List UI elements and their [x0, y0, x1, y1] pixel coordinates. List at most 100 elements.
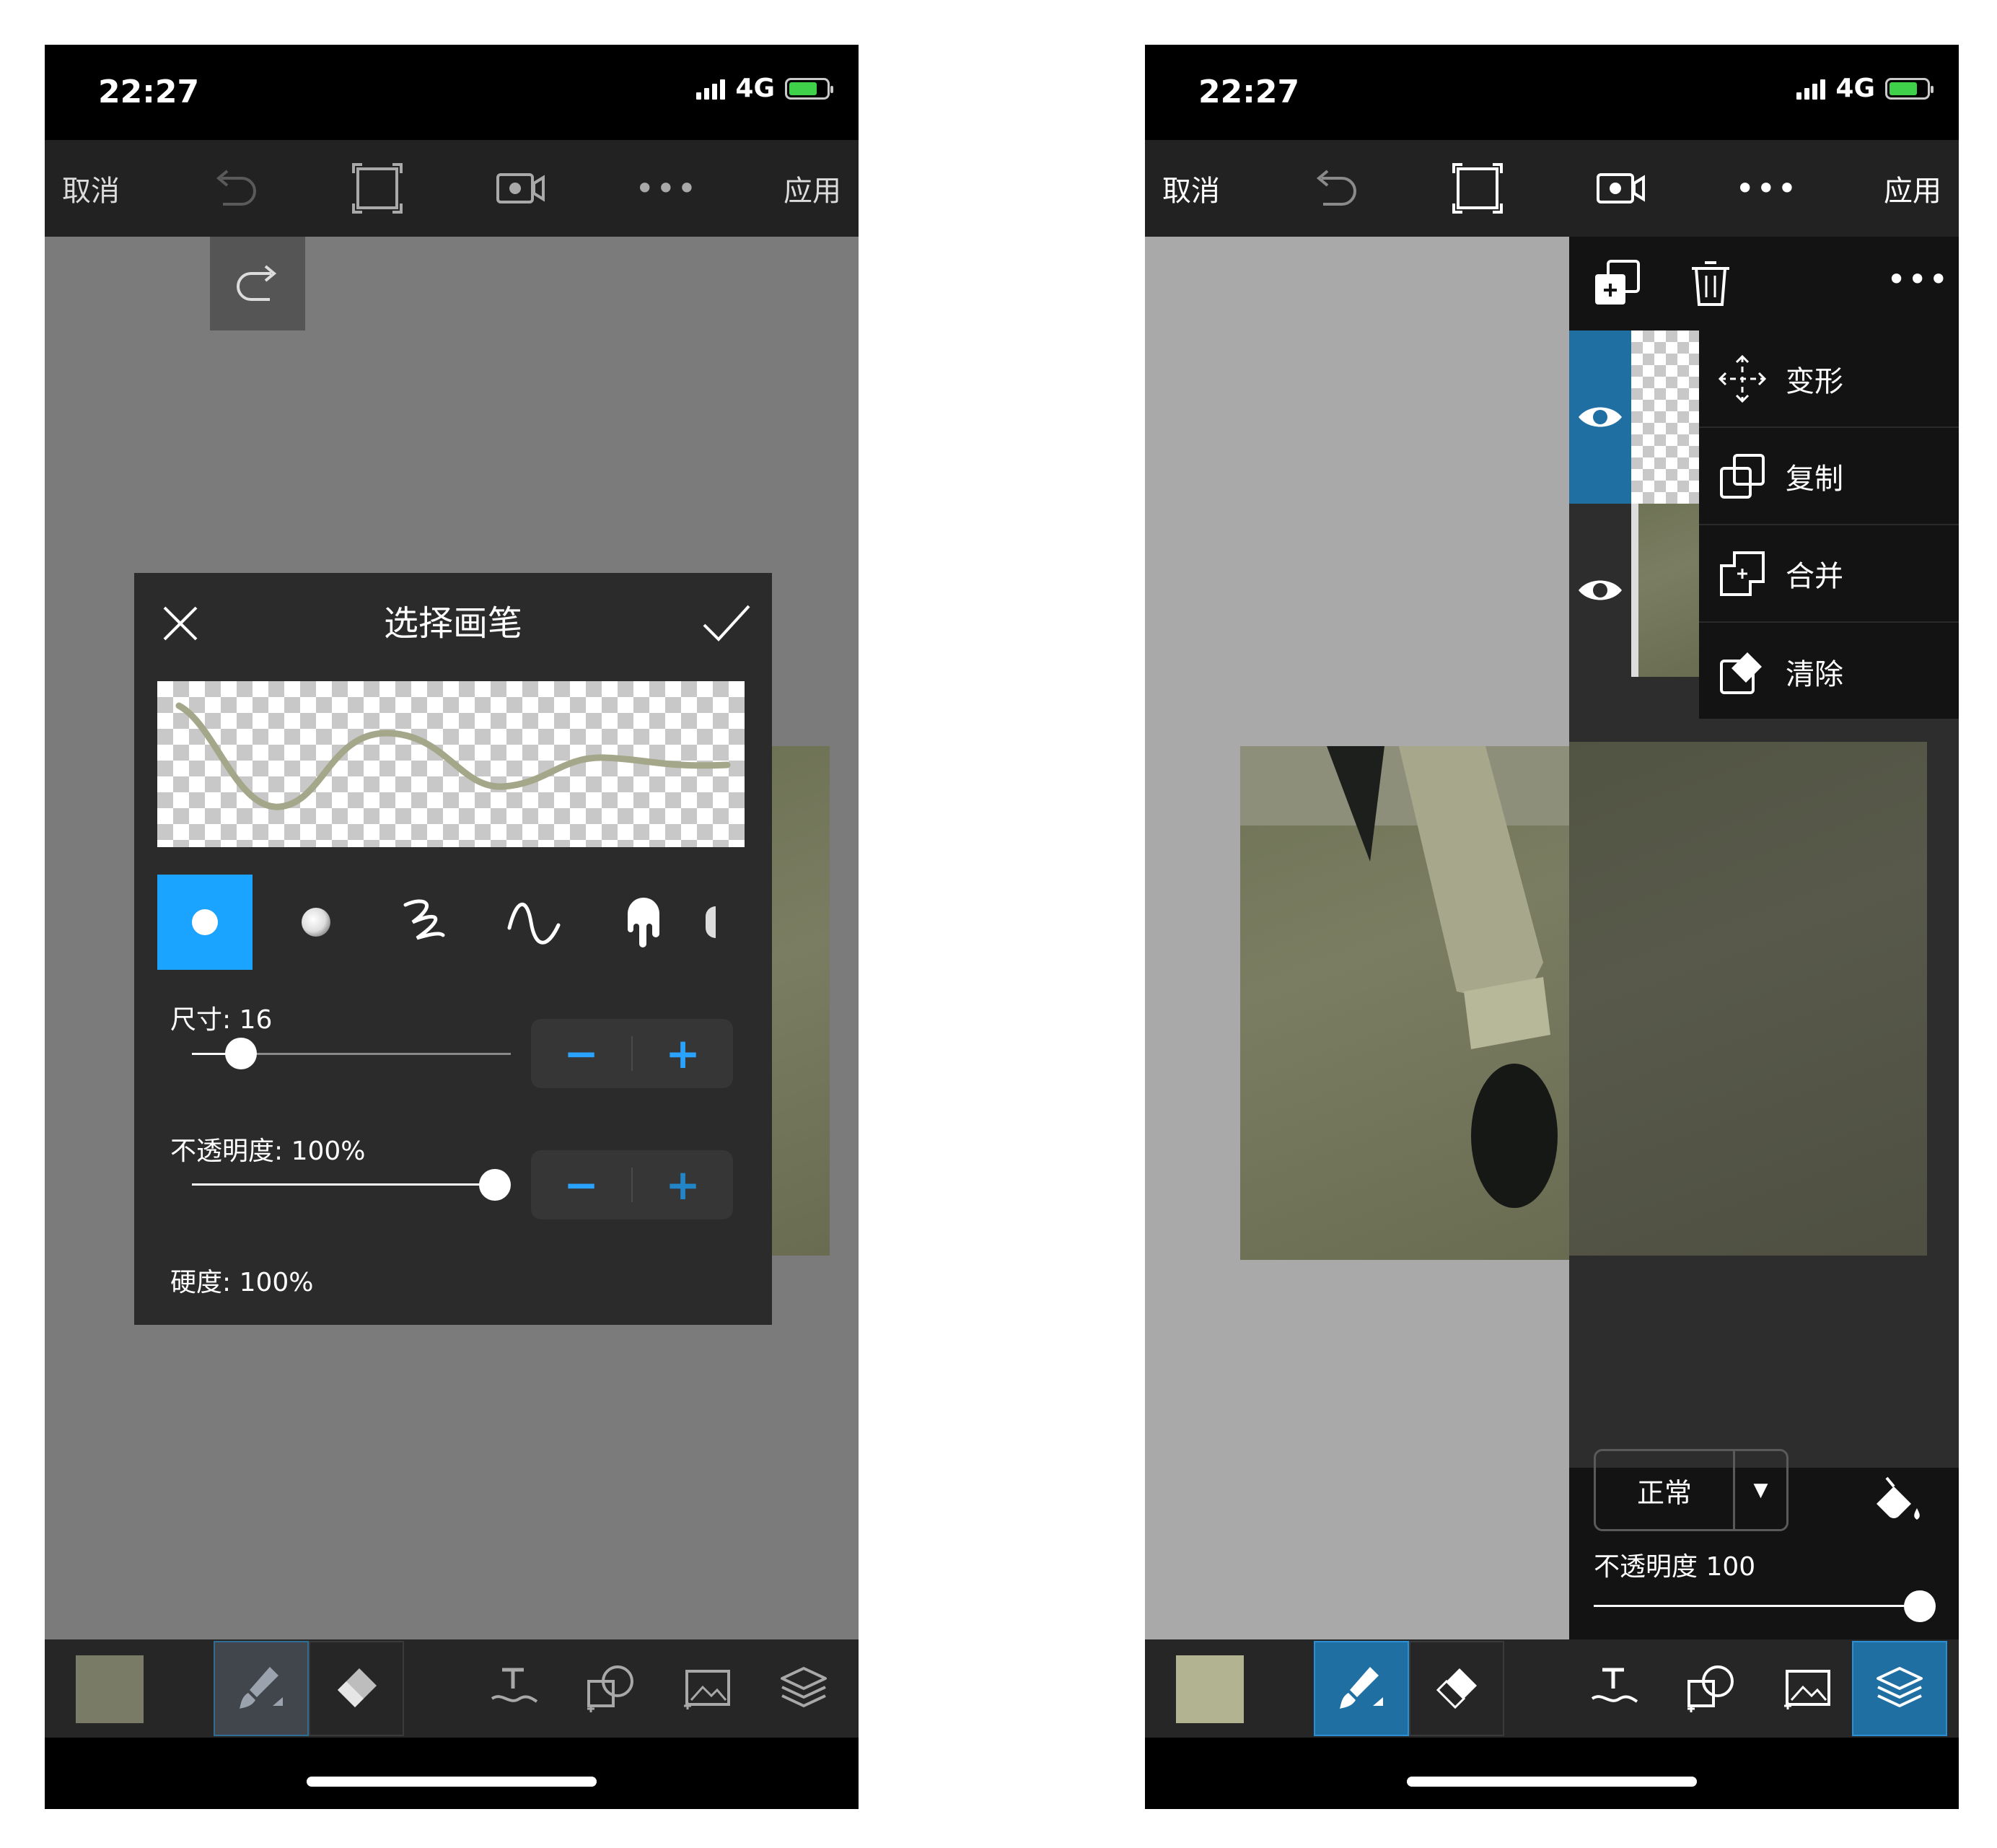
opacity-stepper: − + [531, 1150, 733, 1219]
brush-picker-dialog: 选择画笔 尺寸: 16 − + 不透明度: 100% − + 硬度: 100% [134, 573, 772, 1325]
delete-layer-icon[interactable] [1689, 260, 1732, 307]
image-insert-icon[interactable] [1774, 1655, 1840, 1722]
size-stepper: − + [531, 1019, 733, 1088]
menu-item-label: 合并 [1786, 559, 1843, 593]
eraser-tool-button[interactable] [309, 1641, 404, 1736]
brush-type-list [157, 875, 745, 970]
network-label: 4G [1835, 74, 1875, 103]
status-time: 22:27 [98, 74, 200, 110]
menu-item-label: 清除 [1786, 657, 1843, 691]
eye-icon [1579, 580, 1622, 600]
move-arrows-icon [1718, 354, 1767, 403]
stroke-preview [157, 681, 745, 847]
blend-mode-value: 正常 [1636, 1476, 1692, 1509]
brush-tool-button[interactable] [214, 1641, 309, 1736]
brush-calligraphy[interactable] [486, 875, 581, 970]
undo-icon[interactable] [1306, 159, 1364, 217]
opacity-minus-button[interactable]: − [531, 1160, 631, 1209]
size-label: 尺寸: 16 [170, 1005, 273, 1035]
confirm-check-icon[interactable] [701, 602, 752, 645]
crop-frame-icon[interactable] [1449, 159, 1506, 217]
cancel-button[interactable]: 取消 [1162, 167, 1220, 209]
undo-icon[interactable] [206, 159, 263, 217]
soft-round-brush-icon [302, 908, 330, 937]
image-insert-icon[interactable] [674, 1655, 740, 1722]
menu-item-clear[interactable]: 清除 [1699, 623, 1959, 720]
layer-2-thumbnail[interactable] [1631, 504, 1700, 677]
opacity-slider-knob[interactable] [479, 1169, 511, 1201]
dialog-title: 选择画笔 [383, 603, 522, 644]
brush-soft-round[interactable] [268, 875, 364, 970]
eraser-icon [1436, 1668, 1477, 1709]
shape-sticker-icon[interactable] [1677, 1655, 1744, 1722]
phone-screen-layers: 22:27 4G 取消 ••• 应用 ••• 变形 复制 合并 清除 正常 ▼ … [1145, 45, 1959, 1809]
network-label: 4G [735, 74, 775, 103]
more-options-button[interactable]: ••• [635, 172, 698, 205]
blend-mode-select[interactable]: 正常 ▼ [1594, 1449, 1788, 1531]
hardness-label: 硬度: 100% [170, 1268, 314, 1297]
size-plus-button[interactable]: + [633, 1029, 733, 1078]
brush-icon [240, 1667, 283, 1709]
opacity-label: 不透明度: 100% [170, 1137, 366, 1166]
text-tool-icon[interactable] [1581, 1655, 1647, 1722]
record-video-icon[interactable] [1592, 159, 1650, 217]
home-indicator [307, 1777, 597, 1787]
eraser-clear-icon [1720, 652, 1762, 694]
brush-neon-scribble[interactable] [377, 875, 472, 970]
layer-more-button[interactable]: ••• [1887, 263, 1949, 296]
add-layer-icon[interactable] [1592, 258, 1643, 309]
merge-icon [1720, 551, 1765, 596]
layers-icon [1877, 1667, 1923, 1707]
redo-button[interactable] [210, 237, 305, 330]
cancel-button[interactable]: 取消 [62, 167, 120, 209]
record-video-icon[interactable] [492, 159, 550, 217]
brush-drip[interactable] [596, 875, 691, 970]
panel-photo-behind [1569, 742, 1927, 1256]
layer-opacity-knob[interactable] [1904, 1590, 1936, 1622]
calligraphy-brush-icon [507, 903, 561, 945]
layer-2-visibility[interactable] [1569, 504, 1631, 677]
layer-1-thumbnail[interactable] [1631, 330, 1700, 504]
shape-sticker-icon[interactable] [577, 1655, 644, 1722]
status-indicators: 4G [696, 74, 833, 103]
apply-button[interactable]: 应用 [1884, 167, 1941, 209]
brush-more-partial[interactable] [706, 875, 745, 970]
color-swatch[interactable] [1176, 1655, 1244, 1723]
menu-item-duplicate[interactable]: 复制 [1699, 428, 1959, 525]
layer-opacity-slider[interactable] [1594, 1605, 1920, 1607]
canvas-photo-edge [772, 746, 830, 1256]
menu-item-transform[interactable]: 变形 [1699, 330, 1959, 428]
layer-1-visibility[interactable] [1569, 330, 1631, 504]
partial-brush-icon [706, 906, 716, 938]
battery-icon [1885, 77, 1934, 100]
brush-tool-button[interactable] [1314, 1641, 1409, 1736]
home-indicator [1407, 1777, 1697, 1787]
size-minus-button[interactable]: − [531, 1029, 631, 1078]
eraser-tool-button[interactable] [1409, 1641, 1504, 1736]
color-swatch[interactable] [76, 1655, 144, 1723]
scribble-brush-icon [403, 899, 445, 940]
menu-item-label: 变形 [1786, 364, 1843, 398]
opacity-slider-fill[interactable] [192, 1183, 495, 1186]
status-indicators: 4G [1796, 74, 1934, 103]
fill-bucket-icon[interactable] [1869, 1475, 1927, 1527]
signal-icon [1796, 78, 1826, 100]
size-slider-knob[interactable] [225, 1038, 257, 1069]
apply-button[interactable]: 应用 [784, 167, 841, 209]
text-tool-icon[interactable] [480, 1655, 547, 1722]
redo-icon [237, 265, 277, 301]
top-toolbar: 取消 ••• 应用 [45, 140, 859, 237]
brush-hard-round[interactable] [157, 875, 253, 970]
eraser-icon [338, 1668, 377, 1707]
hard-round-brush-icon [192, 909, 218, 935]
drip-brush-icon [628, 898, 659, 947]
layers-button[interactable] [1852, 1641, 1947, 1736]
more-options-button[interactable]: ••• [1735, 172, 1798, 205]
menu-item-merge[interactable]: 合并 [1699, 525, 1959, 623]
canvas-photo [1240, 746, 1569, 1260]
opacity-plus-button[interactable]: + [633, 1160, 733, 1209]
layers-icon[interactable] [771, 1655, 837, 1722]
layer-context-menu: 变形 复制 合并 清除 [1699, 330, 1959, 719]
crop-frame-icon[interactable] [348, 159, 406, 217]
layer-opacity-label: 不透明度 100 [1594, 1552, 1756, 1582]
